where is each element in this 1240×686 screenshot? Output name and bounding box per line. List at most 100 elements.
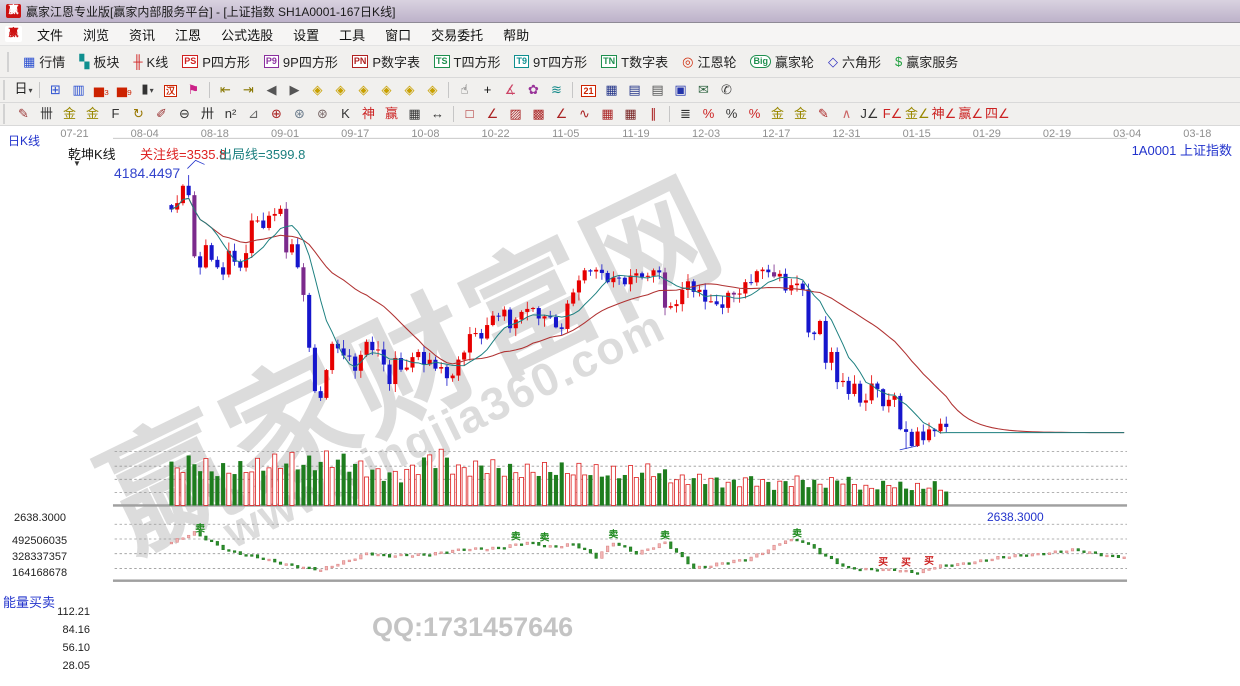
grid-tool-icon[interactable]: ▦ [596, 104, 619, 124]
diamond-expand-icon[interactable]: ◈ [352, 80, 375, 100]
grid-tool2-icon[interactable]: ▦ [619, 104, 642, 124]
period-selector[interactable]: 日▾ [12, 79, 35, 101]
calendar-21-icon[interactable]: 21 [577, 80, 600, 101]
p-square-button[interactable]: PSP四方形 [175, 49, 257, 74]
kx-box-icon[interactable]: 汉 [159, 80, 182, 101]
stats-panel-icon[interactable]: ▤ [623, 80, 646, 100]
crosshair-icon[interactable]: + [476, 80, 499, 100]
export-icon[interactable]: ✉ [692, 80, 715, 100]
chart-9-icon[interactable]: ▅₉ [113, 80, 136, 100]
t-square-button[interactable]: TST四方形 [427, 49, 507, 74]
k-mark-icon[interactable]: K [334, 104, 357, 124]
gold-circle-icon[interactable]: 金 [766, 104, 789, 124]
cycle-circle-icon[interactable]: ⊖ [173, 104, 196, 124]
gold-line-icon[interactable]: 金∠ [904, 104, 931, 124]
zigzag-icon[interactable]: ∿ [573, 104, 596, 124]
date-label: 11-05 [544, 128, 588, 140]
f-line-icon[interactable]: F∠ [881, 104, 904, 124]
t-number-button[interactable]: TNT数字表 [594, 49, 675, 74]
menu-item-5[interactable]: 设置 [283, 23, 329, 46]
menu-item-2[interactable]: 资讯 [119, 23, 165, 46]
t9-square-button[interactable]: T99T四方形 [507, 49, 594, 74]
menu-item-6[interactable]: 工具 [329, 23, 375, 46]
notes-icon[interactable]: ▤ [646, 80, 669, 100]
diamond-left-icon[interactable]: ◈ [306, 80, 329, 100]
measure-angle-icon[interactable]: ∡ [499, 80, 522, 100]
n2-icon[interactable]: n² [219, 104, 242, 124]
gold-divide-icon[interactable]: 金 [789, 104, 812, 124]
candle-type-icon[interactable]: ▮▾ [136, 79, 159, 101]
menu-item-1[interactable]: 浏览 [73, 23, 119, 46]
kline-button[interactable]: ╫K线 [126, 49, 175, 74]
shen-line-icon[interactable]: 神∠ [931, 104, 958, 124]
gann-grid-icon[interactable]: ▩ [527, 104, 550, 124]
zoom-area-icon[interactable]: ⊞ [44, 80, 67, 100]
shen-tool-icon[interactable]: 神 [357, 104, 380, 124]
ruler-dense-icon[interactable]: 卅 [196, 104, 219, 124]
candle-pen-icon[interactable]: ✎ [812, 104, 835, 124]
ying-line-icon[interactable]: 赢∠ [957, 104, 984, 124]
steps-icon[interactable]: ≣ [674, 104, 697, 124]
device-icon[interactable]: ✆ [715, 80, 738, 100]
p-number-button[interactable]: PNP数字表 [345, 49, 427, 74]
brush-icon[interactable]: ✎ [12, 104, 35, 124]
menu-item-4[interactable]: 公式选股 [211, 23, 283, 46]
blocks-button[interactable]: ▚板块 [72, 49, 126, 74]
menu-item-0[interactable]: 文件 [27, 23, 73, 46]
hexagon-button[interactable]: ◇六角形 [821, 49, 888, 74]
diamond-vertical-icon[interactable]: ◈ [398, 80, 421, 100]
menu-item-7[interactable]: 窗口 [375, 23, 421, 46]
angle-tool-icon[interactable]: ∠ [550, 104, 573, 124]
scale-ticks-icon[interactable]: 卌 [35, 104, 58, 124]
color-flag-icon[interactable]: ⚑ [182, 80, 205, 100]
next-bar-icon[interactable]: ▶ [283, 80, 306, 100]
diamond-right-icon[interactable]: ◈ [329, 80, 352, 100]
ruler-123-icon[interactable]: ▦ [403, 104, 426, 124]
rect-tool-icon[interactable]: □ [458, 104, 481, 124]
hspan-icon[interactable]: ↔ [426, 104, 449, 124]
diamond-shrink-icon[interactable]: ◈ [375, 80, 398, 100]
gann-box-icon[interactable]: ▨ [504, 104, 527, 124]
save-icon[interactable]: ▣ [669, 80, 692, 100]
ab-wave-icon[interactable]: ∧ [835, 104, 858, 124]
menu-item-3[interactable]: 江恩 [165, 23, 211, 46]
gold-ruler2-icon[interactable]: 金 [81, 104, 104, 124]
spider-web2-icon[interactable]: ⊛ [311, 104, 334, 124]
menu-item-9[interactable]: 帮助 [493, 23, 539, 46]
prev-bar-icon[interactable]: ◀ [260, 80, 283, 100]
wave-tool-icon[interactable]: ≋ [545, 80, 568, 100]
p9-square-button[interactable]: P99P四方形 [257, 49, 345, 74]
f-ruler-icon[interactable]: F [104, 104, 127, 124]
last-bar-icon[interactable]: ⇥ [237, 80, 260, 100]
compass-icon[interactable]: ⊕ [265, 104, 288, 124]
spider-web-icon[interactable]: ⊛ [288, 104, 311, 124]
fan-lines-icon[interactable]: ∠ [481, 104, 504, 124]
winner-service-button[interactable]: $赢家服务 [888, 49, 965, 74]
spiral-icon[interactable]: ↻ [127, 104, 150, 124]
pen-tool-icon[interactable]: ✐ [150, 104, 173, 124]
parallel-lines-icon[interactable]: ∥ [642, 104, 665, 124]
gold-ruler-icon[interactable]: 金 [58, 104, 81, 124]
selector-dropdown-icon[interactable]: ▼ [73, 159, 81, 168]
menu-item-8[interactable]: 交易委托 [421, 23, 493, 46]
percent-line-icon[interactable]: % [743, 104, 766, 124]
calculator-icon[interactable]: ▦ [600, 80, 623, 100]
j-line-icon[interactable]: J∠ [858, 104, 881, 124]
gann-wheel-button[interactable]: ◎江恩轮 [675, 49, 743, 74]
percent-icon[interactable]: % [720, 104, 743, 124]
mirror-icon[interactable]: ⊿ [242, 104, 265, 124]
first-bar-icon[interactable]: ⇤ [214, 80, 237, 100]
info-panel-icon[interactable]: ▥ [67, 80, 90, 100]
navigation-toolbar: 日▾⊞▥▅₃▅₉▮▾汉⚑⇤⇥◀▶◈◈◈◈◈◈☝+∡✿≋21▦▤▤▣✉✆ [0, 78, 1240, 103]
volume-scale-1: 492506035 [12, 535, 67, 547]
winner-wheel-button[interactable]: Big赢家轮 [743, 49, 821, 74]
pan-hand-icon[interactable]: ☝ [453, 80, 476, 100]
gann-flower-icon[interactable]: ✿ [522, 80, 545, 100]
chart-3-icon[interactable]: ▅₃ [90, 80, 113, 100]
ying-tool-icon[interactable]: 赢 [380, 104, 403, 124]
diamond-all-icon[interactable]: ◈ [421, 80, 444, 100]
four-line-icon[interactable]: 四∠ [984, 104, 1011, 124]
quotes-button[interactable]: ▦行情 [16, 49, 72, 74]
percent-strike-icon[interactable]: % [697, 104, 720, 124]
kline-chart-canvas[interactable]: 卖卖卖卖卖卖买买买 [0, 126, 1240, 686]
